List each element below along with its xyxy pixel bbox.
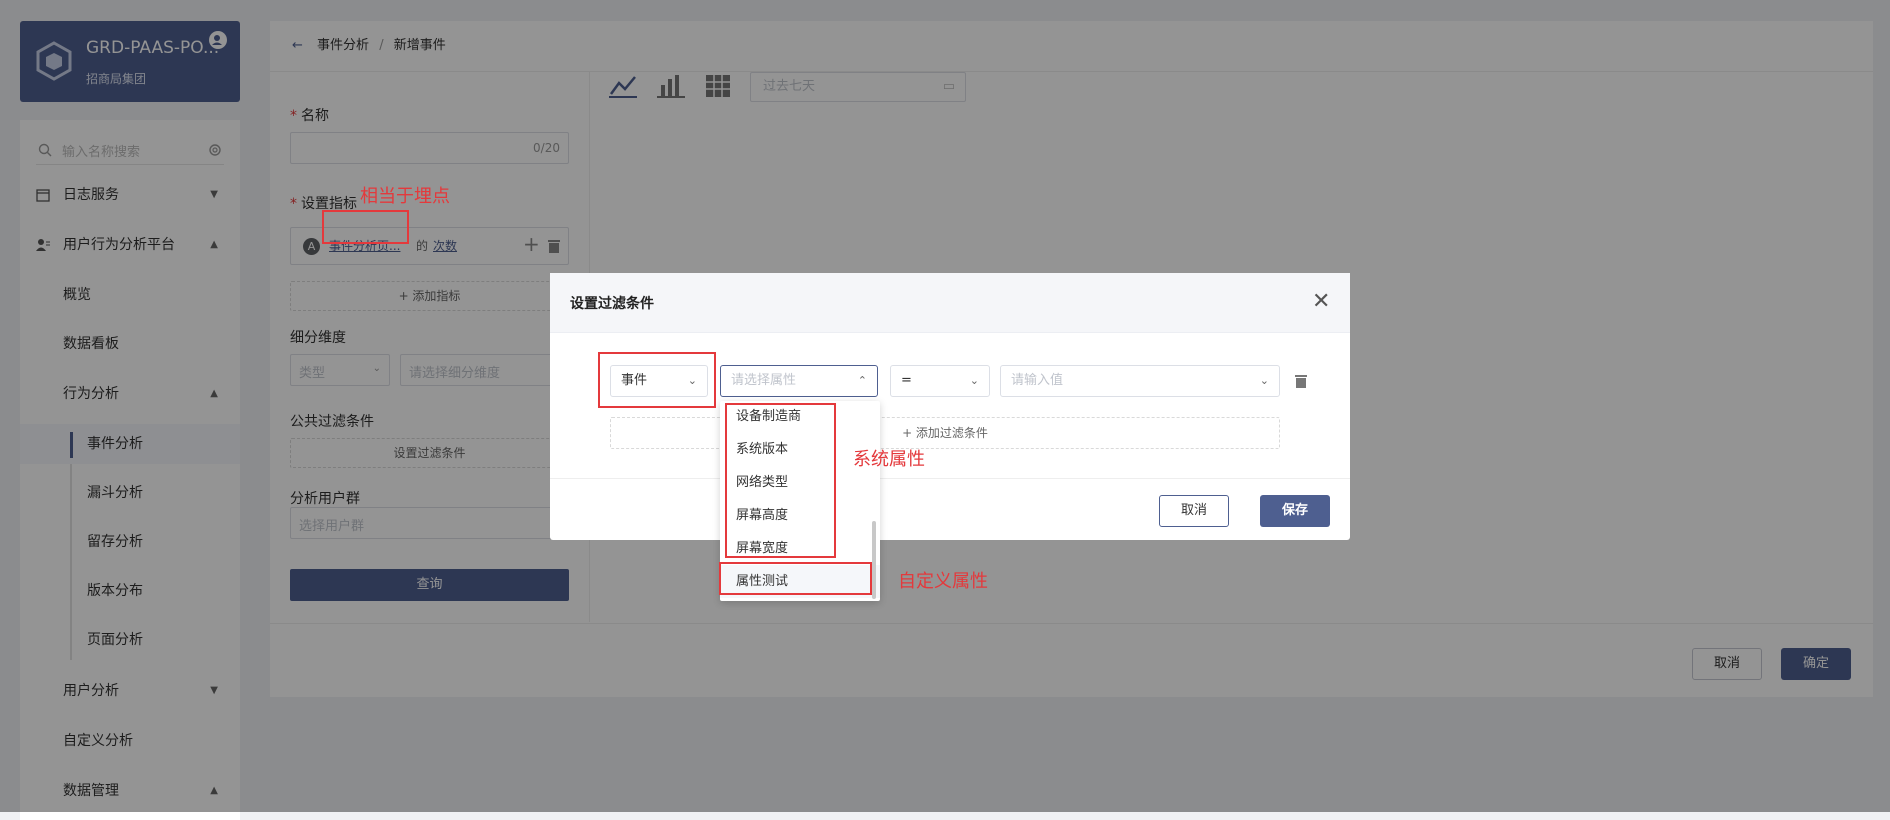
annotation-custom-attr: 自定义属性: [898, 571, 988, 592]
add-condition-button[interactable]: + 添加过滤条件: [610, 417, 1280, 449]
modal-save-button[interactable]: 保存: [1260, 495, 1330, 527]
dropdown-scrollbar[interactable]: [872, 521, 876, 599]
annotation-system-attr: 系统属性: [853, 449, 925, 470]
annotation-box-custom-attr: [719, 562, 872, 595]
value-input[interactable]: 请输入值 ⌄: [1000, 365, 1280, 397]
modal-title: 设置过滤条件: [570, 296, 654, 312]
modal-footer-divider: [550, 478, 1350, 479]
attribute-select[interactable]: 请选择属性 ⌃: [720, 365, 878, 397]
modal-cancel-button[interactable]: 取消: [1159, 495, 1229, 527]
chevron-up-icon: ⌃: [857, 374, 867, 387]
chevron-down-icon: ⌄: [969, 374, 979, 387]
annotation-buried-point: 相当于埋点: [360, 186, 450, 207]
annotation-box-metric: [322, 210, 409, 244]
annotation-box-system-attr: [725, 403, 836, 558]
modal-header: 设置过滤条件 ✕: [550, 273, 1350, 333]
annotation-box-type: [598, 352, 716, 408]
chevron-down-icon: ⌄: [1259, 374, 1269, 387]
operator-select[interactable]: = ⌄: [890, 365, 990, 397]
close-icon[interactable]: ✕: [1312, 289, 1330, 314]
delete-condition-icon[interactable]: [1294, 373, 1308, 389]
